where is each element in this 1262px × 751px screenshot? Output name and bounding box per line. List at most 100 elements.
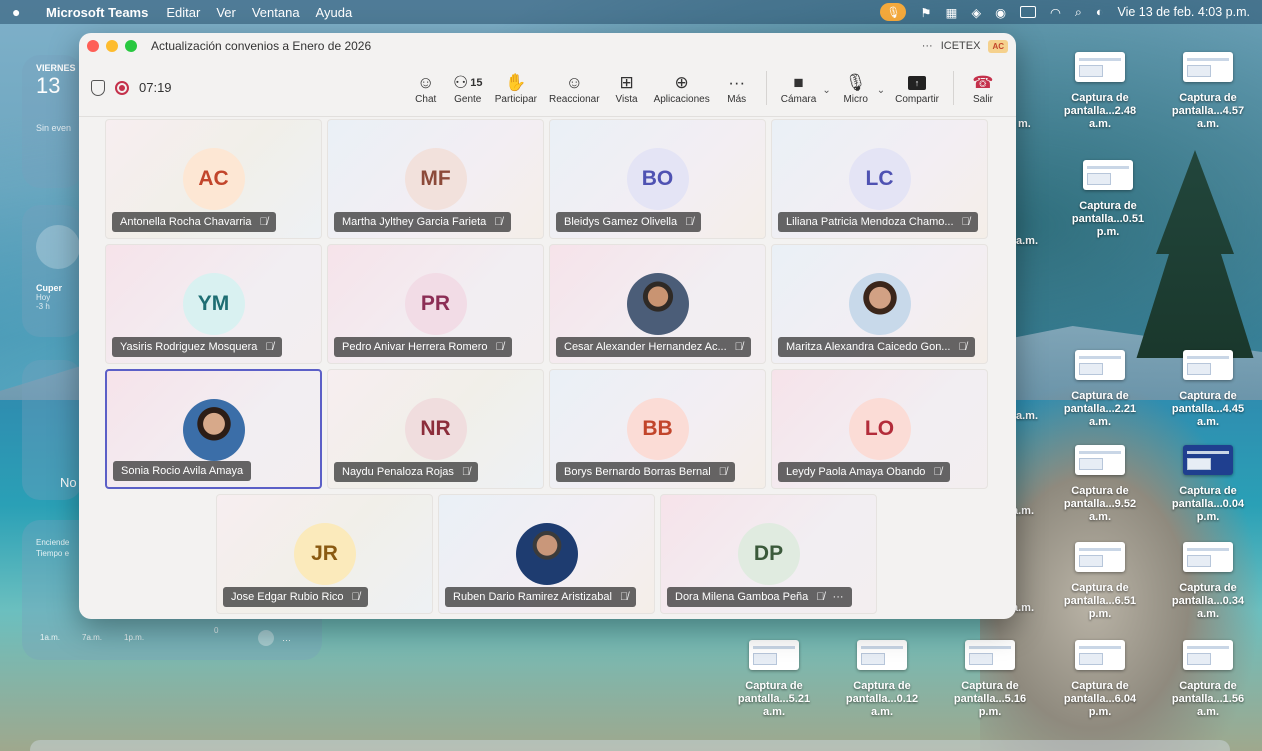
zoom-window-button[interactable] xyxy=(125,40,137,52)
more-label: Más xyxy=(727,93,747,105)
desktop-file-icon[interactable]: Captura de pantalla...0.12 a.m. xyxy=(834,640,930,719)
shield-icon[interactable] xyxy=(91,79,105,96)
menubar-datetime[interactable]: Vie 13 de feb. 4:03 p.m. xyxy=(1117,5,1250,19)
recording-icon[interactable] xyxy=(115,80,129,95)
control-center-icon[interactable]: ◐ xyxy=(1096,5,1104,19)
participant-tile[interactable]: Cesar Alexander Hernandez Ac... 🎙̸ xyxy=(549,244,766,364)
weather-toggle-icon[interactable] xyxy=(258,630,274,646)
mic-button[interactable]: 🎙 Micro xyxy=(835,72,877,105)
desktop-file-icon[interactable]: Captura de pantalla...1.56 a.m. xyxy=(1160,640,1256,719)
file-thumbnail-icon xyxy=(1183,640,1233,670)
menu-ventana[interactable]: Ventana xyxy=(252,5,300,20)
calendar-weekday: VIERNES xyxy=(36,63,76,73)
desktop-file-icon[interactable]: Captura de pantalla...0.34 a.m. xyxy=(1160,542,1256,621)
participant-name: Dora Milena Gamboa Peña xyxy=(675,591,809,603)
wifi-icon[interactable]: ◠ xyxy=(1050,5,1061,20)
mic-in-use-icon[interactable]: 🎙 xyxy=(880,3,907,21)
view-button[interactable]: ⊞ Vista xyxy=(606,72,648,105)
weather-more[interactable]: ··· xyxy=(282,635,291,645)
desktop-file-icon[interactable]: Captura de pantalla...0.04 p.m. xyxy=(1160,445,1256,524)
menu-ayuda[interactable]: Ayuda xyxy=(316,5,353,20)
clock-widget[interactable]: Cuper Hoy -3 h xyxy=(22,205,82,337)
participant-more-button[interactable]: ··· xyxy=(833,591,844,603)
calendar-widget[interactable]: VIERNES 13 Sin even xyxy=(22,55,82,188)
participant-tile[interactable]: DP Dora Milena Gamboa Peña 🎙̸ ··· xyxy=(660,494,877,614)
participant-tile[interactable]: Ruben Dario Ramirez Aristizabal 🎙̸ xyxy=(438,494,655,614)
file-thumbnail-icon xyxy=(1075,542,1125,572)
org-name[interactable]: ICETEX xyxy=(941,40,981,52)
vpn-status-icon[interactable]: ◉ xyxy=(995,5,1006,20)
mic-muted-icon: 🎙̸ xyxy=(961,216,970,228)
notes-widget[interactable]: No xyxy=(22,360,82,500)
chat-label: Chat xyxy=(415,93,437,105)
file-thumbnail-icon xyxy=(1183,350,1233,380)
mic-muted-icon: 🎙̸ xyxy=(494,216,503,228)
participant-name: Cesar Alexander Hernandez Ac... xyxy=(564,341,727,353)
file-name-line1: Captura de xyxy=(1179,485,1237,497)
participant-name: Ruben Dario Ramirez Aristizabal xyxy=(453,591,612,603)
weather-time-axis: 1a.m. 7a.m. 1p.m. xyxy=(40,633,144,642)
share-button[interactable]: ↑ Compartir xyxy=(889,72,945,105)
desktop-file-label-partial[interactable]: a.m. xyxy=(1016,410,1038,422)
desktop-file-icon[interactable]: Captura de pantalla...0.51 p.m. xyxy=(1060,160,1156,239)
participant-tile[interactable]: NR Naydu Penaloza Rojas 🎙̸ xyxy=(327,369,544,489)
battery-icon[interactable] xyxy=(1019,6,1036,18)
mic-muted-icon: 🎙̸ xyxy=(933,466,942,478)
file-name-line1: Captura de xyxy=(1179,390,1237,402)
weather-time: 7a.m. xyxy=(82,633,103,642)
share-screen-icon: ↑ xyxy=(908,75,927,90)
menu-ver[interactable]: Ver xyxy=(216,5,236,20)
participant-tile[interactable]: Maritza Alexandra Caicedo Gon... 🎙̸ xyxy=(771,244,988,364)
desktop-file-icon[interactable]: Captura de pantalla...4.45 a.m. xyxy=(1160,350,1256,429)
people-button[interactable]: ⚇ 15 Gente xyxy=(447,72,489,105)
participant-tile[interactable]: LC Liliana Patricia Mendoza Chamo... 🎙̸ xyxy=(771,119,988,239)
participant-tile[interactable]: LO Leydy Paola Amaya Obando 🎙̸ xyxy=(771,369,988,489)
participant-tile[interactable]: YM Yasiris Rodriguez Mosquera 🎙̸ xyxy=(105,244,322,364)
participant-tile[interactable]: AC Antonella Rocha Chavarria 🎙̸ xyxy=(105,119,322,239)
more-button[interactable]: ··· Más xyxy=(716,72,758,105)
minimize-window-button[interactable] xyxy=(106,40,118,52)
hand-icon: ✋ xyxy=(505,72,527,92)
raise-hand-button[interactable]: ✋ Participar xyxy=(489,72,543,105)
participant-tile[interactable]: BO Bleidys Gamez Olivella 🎙̸ xyxy=(549,119,766,239)
participant-name-tag: Bleidys Gamez Olivella 🎙̸ xyxy=(556,212,702,232)
participant-name-tag: Martha Jylthey Garcia Farieta 🎙̸ xyxy=(334,212,511,232)
mic-muted-icon: 🎙̸ xyxy=(619,591,629,603)
grid-status-icon[interactable]: ▦ xyxy=(946,5,958,20)
react-button[interactable]: ☺ Reaccionar xyxy=(543,72,606,105)
camera-options-chevron-icon[interactable]: ⌄ xyxy=(822,85,830,96)
spotlight-search-icon[interactable]: ⌕ xyxy=(1075,5,1082,20)
desktop-file-icon[interactable]: Captura de pantalla...2.21 a.m. xyxy=(1052,350,1148,429)
meet-status-icon[interactable]: ◈ xyxy=(971,5,981,20)
toolbar-separator xyxy=(953,70,954,105)
org-avatar-badge[interactable]: AC xyxy=(988,39,1008,53)
chat-button[interactable]: ☺ Chat xyxy=(405,72,447,105)
desktop-file-label-partial[interactable]: a.m. xyxy=(1016,235,1038,247)
desktop-file-icon[interactable]: Captura de pantalla...4.57 a.m. xyxy=(1160,52,1256,131)
desktop-file-icon[interactable]: Captura de pantalla...6.04 p.m. xyxy=(1052,640,1148,719)
menu-app-name[interactable]: Microsoft Teams xyxy=(46,5,148,20)
window-more-button[interactable]: ··· xyxy=(922,40,933,52)
file-name-line2: pantalla...1.56 a.m. xyxy=(1171,693,1245,718)
close-window-button[interactable] xyxy=(87,40,99,52)
file-name-line1: Captura de xyxy=(1071,582,1129,594)
camera-button[interactable]: ■ Cámara xyxy=(775,72,823,105)
toolbar-separator xyxy=(765,70,767,105)
desktop-file-icon[interactable]: Captura de pantalla...5.16 p.m. xyxy=(942,640,1038,719)
participant-tile[interactable]: BB Borys Bernardo Borras Bernal 🎙̸ xyxy=(549,369,766,489)
teams-status-icon[interactable]: ⚑ xyxy=(920,5,931,20)
mic-options-chevron-icon[interactable]: ⌄ xyxy=(877,85,885,96)
leave-button[interactable]: ☎ Salir xyxy=(962,72,1004,105)
desktop-file-label-partial[interactable]: m. xyxy=(1018,118,1031,130)
menu-editar[interactable]: Editar xyxy=(166,5,200,20)
desktop-file-icon[interactable]: Captura de pantalla...2.48 a.m. xyxy=(1052,52,1148,131)
participant-tile[interactable]: JR Jose Edgar Rubio Rico 🎙̸ xyxy=(216,494,433,614)
participant-tile[interactable]: MF Martha Jylthey Garcia Farieta 🎙̸ xyxy=(327,119,544,239)
apps-button[interactable]: ⊕ Aplicaciones xyxy=(648,72,716,105)
desktop-file-icon[interactable]: Captura de pantalla...5.21 a.m. xyxy=(726,640,822,719)
participant-tile[interactable]: Sonia Rocio Avila Amaya xyxy=(105,369,322,489)
desktop-file-icon[interactable]: Captura de pantalla...6.51 p.m. xyxy=(1052,542,1148,621)
desktop-file-icon[interactable]: Captura de pantalla...9.52 a.m. xyxy=(1052,445,1148,524)
apple-icon[interactable]: ● xyxy=(12,4,26,20)
participant-tile[interactable]: PR Pedro Anivar Herrera Romero 🎙̸ xyxy=(327,244,544,364)
